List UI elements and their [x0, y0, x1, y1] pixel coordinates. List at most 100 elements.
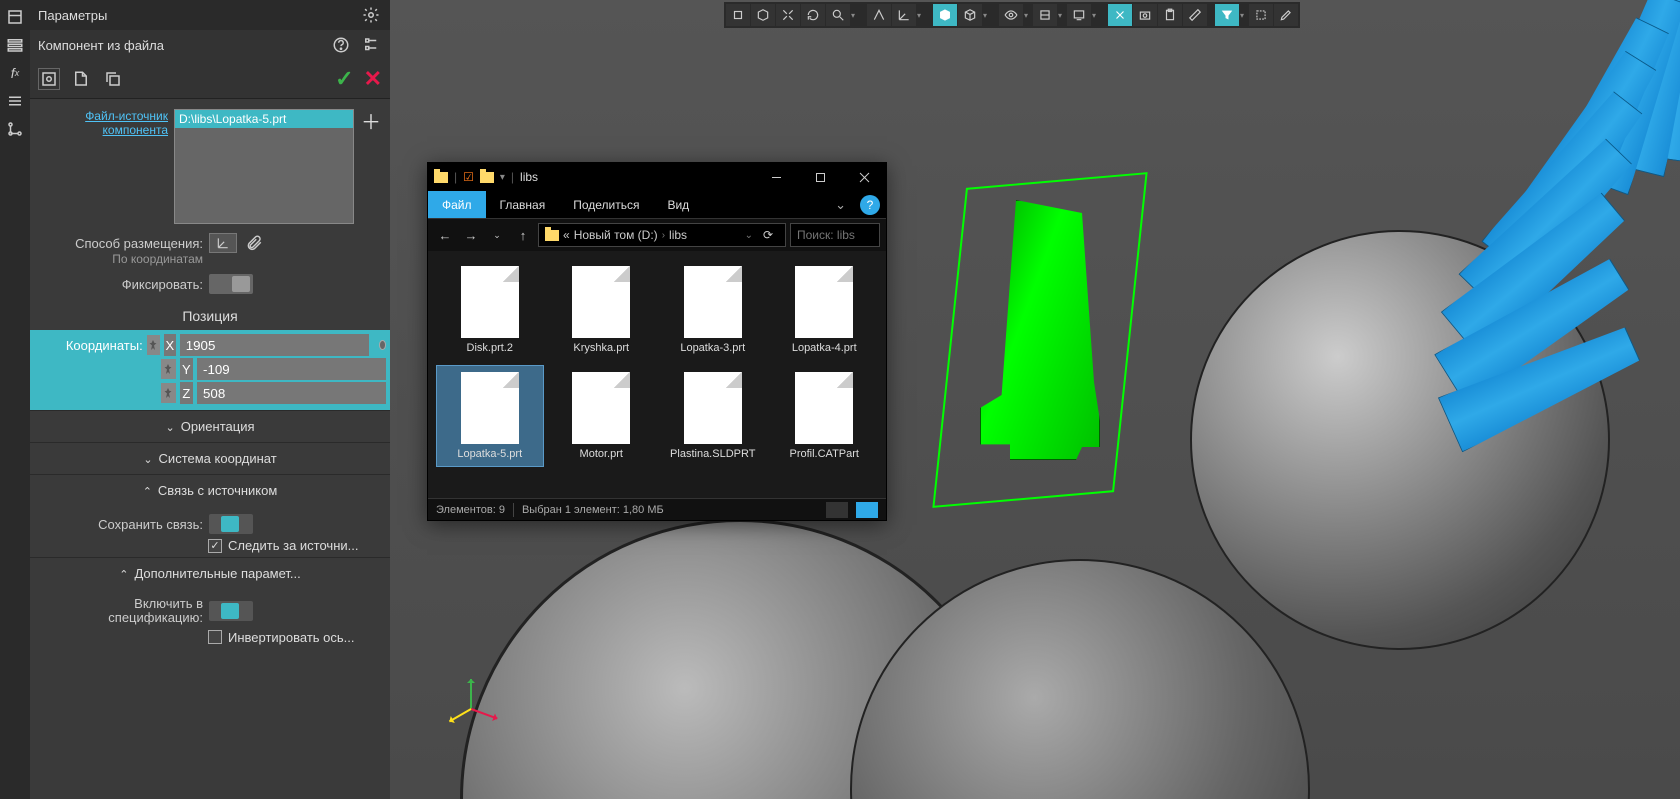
tb-cut-plane-icon[interactable]: [867, 4, 891, 26]
explorer-file-grid[interactable]: Disk.prt.2Kryshka.prtLopatka-3.prtLopatk…: [428, 251, 886, 498]
tb-modes-icon[interactable]: [1108, 4, 1132, 26]
nav-back-button[interactable]: ←: [434, 224, 456, 246]
breadcrumb-drive[interactable]: Новый том (D:): [574, 228, 658, 242]
pin-x-icon[interactable]: [147, 335, 160, 355]
tb-measure-icon[interactable]: [1183, 4, 1207, 26]
maximize-button[interactable]: [798, 163, 842, 191]
ribbon-collapse-icon[interactable]: ⌄: [827, 191, 854, 218]
placement-select[interactable]: [209, 233, 237, 253]
attachment-icon[interactable]: [243, 232, 265, 254]
source-file-item[interactable]: D:\libs\Lopatka-5.prt: [175, 110, 353, 128]
fix-label: Фиксировать:: [38, 277, 203, 292]
file-item[interactable]: Disk.prt.2: [436, 259, 544, 361]
coord-y-input[interactable]: [197, 358, 386, 380]
open-file-icon[interactable]: [70, 68, 92, 90]
qat-sep: |: [511, 170, 514, 184]
tb-normal-to-icon[interactable]: [726, 4, 750, 26]
turbine-model: [1180, 0, 1680, 650]
tb-rotate-icon[interactable]: [801, 4, 825, 26]
source-file-link[interactable]: Файл-источник компонента: [38, 109, 168, 138]
tb-camera-icon[interactable]: [1133, 4, 1157, 26]
help-icon[interactable]: [330, 34, 352, 56]
coord-z-input[interactable]: [197, 382, 386, 404]
panel-steps-icon[interactable]: [360, 34, 382, 56]
breadcrumb[interactable]: « Новый том (D:) › libs ⌄ ⟳: [538, 223, 786, 247]
invert-axis-label: Инвертировать ось...: [228, 630, 355, 645]
tb-filter-icon[interactable]: [1215, 4, 1239, 26]
apply-button[interactable]: ✓: [335, 66, 353, 92]
view-details-icon[interactable]: [826, 502, 848, 518]
file-item[interactable]: Motor.prt: [548, 365, 656, 467]
tb-axes-icon[interactable]: [892, 4, 916, 26]
qat-sep: |: [454, 170, 457, 184]
file-item[interactable]: Plastina.SLDPRT: [659, 365, 767, 467]
file-item[interactable]: Lopatka-4.prt: [771, 259, 879, 361]
extra-section[interactable]: ⌃Дополнительные парамет...: [30, 557, 390, 589]
tb-zoom-icon[interactable]: [826, 4, 850, 26]
tb-edit-icon[interactable]: [1274, 4, 1298, 26]
source-file-list[interactable]: D:\libs\Lopatka-5.prt: [174, 109, 354, 224]
new-from-template-icon[interactable]: [38, 68, 60, 90]
file-item[interactable]: Kryshka.prt: [548, 259, 656, 361]
fix-toggle[interactable]: [209, 274, 253, 294]
view-icons-icon[interactable]: [856, 502, 878, 518]
invert-axis-checkbox[interactable]: [208, 630, 222, 644]
tb-fit-icon[interactable]: [776, 4, 800, 26]
help-icon[interactable]: ?: [860, 195, 880, 215]
pin-y-icon[interactable]: [161, 359, 176, 379]
tb-visibility-icon[interactable]: [999, 4, 1023, 26]
tb-shaded-icon[interactable]: [933, 4, 957, 26]
cancel-button[interactable]: ✕: [364, 66, 382, 92]
panel-settings-icon[interactable]: [360, 4, 382, 26]
rail-menu-icon[interactable]: [4, 90, 26, 112]
rail-fx-icon[interactable]: fx: [4, 62, 26, 84]
breadcrumb-prefix[interactable]: «: [563, 228, 570, 242]
tab-home[interactable]: Главная: [486, 191, 560, 218]
refresh-icon[interactable]: ⟳: [757, 224, 779, 246]
pin-z-icon[interactable]: [161, 383, 176, 403]
nav-up-button[interactable]: ↑: [512, 224, 534, 246]
qat-check-icon[interactable]: ☑: [463, 170, 474, 184]
tab-view[interactable]: Вид: [653, 191, 703, 218]
minimize-button[interactable]: [754, 163, 798, 191]
nav-forward-button[interactable]: →: [460, 224, 482, 246]
tab-file[interactable]: Файл: [428, 191, 486, 218]
orientation-section[interactable]: ⌄Ориентация: [30, 410, 390, 442]
file-name: Disk.prt.2: [467, 342, 513, 354]
qat-dropdown-icon[interactable]: ▾: [500, 172, 505, 183]
rail-list-icon[interactable]: [4, 34, 26, 56]
rail-params-icon[interactable]: [4, 6, 26, 28]
copy-file-icon[interactable]: [102, 68, 124, 90]
keep-link-toggle[interactable]: [209, 514, 253, 534]
chevron-right-icon: ›: [662, 230, 665, 241]
explorer-statusbar: Элементов: 9 Выбран 1 элемент: 1,80 МБ: [428, 498, 886, 520]
add-file-button[interactable]: ＋: [360, 109, 382, 131]
file-item[interactable]: Lopatka-3.prt: [659, 259, 767, 361]
rail-tree-icon[interactable]: [4, 118, 26, 140]
path-dropdown-icon[interactable]: ⌄: [745, 230, 753, 241]
tb-iso-icon[interactable]: [751, 4, 775, 26]
include-spec-toggle[interactable]: [209, 601, 253, 621]
explorer-search-input[interactable]: [790, 223, 880, 247]
coordinate-system-section[interactable]: ⌄Система координат: [30, 442, 390, 474]
link-section[interactable]: ⌃Связь с источником: [30, 474, 390, 506]
tb-display-icon[interactable]: [1067, 4, 1091, 26]
axis-triad-icon: [440, 659, 500, 719]
watch-source-checkbox[interactable]: [208, 539, 222, 553]
coord-option-icon[interactable]: [379, 340, 386, 350]
explorer-titlebar[interactable]: | ☑ ▾ | libs: [428, 163, 886, 191]
file-item[interactable]: Profil.CATPart: [771, 365, 879, 467]
file-item[interactable]: Lopatka-5.prt: [436, 365, 544, 467]
folder-icon[interactable]: [480, 172, 494, 183]
coord-x-input[interactable]: [180, 334, 369, 356]
tb-layers-icon[interactable]: [1033, 4, 1057, 26]
breadcrumb-folder[interactable]: libs: [669, 228, 687, 242]
tab-share[interactable]: Поделиться: [559, 191, 653, 218]
tb-clipboard-icon[interactable]: [1158, 4, 1182, 26]
tb-select-icon[interactable]: [1249, 4, 1273, 26]
file-thumb-icon: [795, 372, 853, 444]
nav-recent-dropdown[interactable]: ⌄: [486, 224, 508, 246]
tb-wireframe-icon[interactable]: [958, 4, 982, 26]
close-button[interactable]: [842, 163, 886, 191]
file-thumb-icon: [461, 372, 519, 444]
